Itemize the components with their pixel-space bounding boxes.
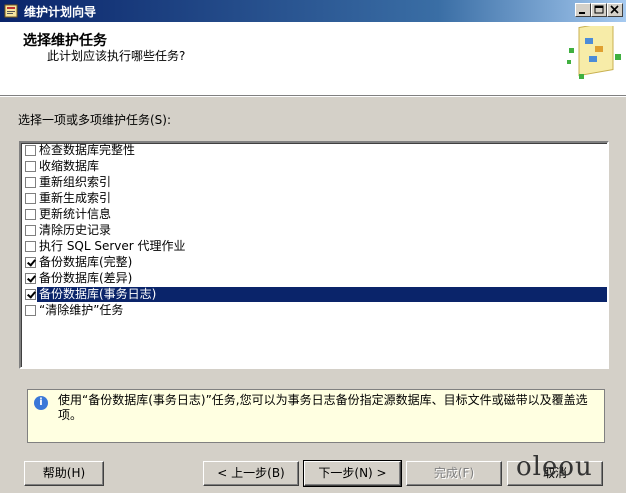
task-checkbox[interactable]	[25, 305, 36, 316]
wizard-header: 选择维护任务 此计划应该执行哪些任务?	[0, 22, 626, 96]
task-checkbox[interactable]	[25, 209, 36, 220]
maximize-icon	[594, 5, 604, 14]
task-checkbox[interactable]	[25, 257, 36, 268]
title-bar[interactable]: 维护计划向导	[0, 0, 626, 22]
task-label: 执行 SQL Server 代理作业	[39, 239, 186, 253]
task-checkbox[interactable]	[25, 241, 36, 252]
watermark: oleou	[516, 452, 593, 482]
task-list[interactable]: 检查数据库完整性 收缩数据库重新组织索引 重新生成索引 更新统计信息 清除历史记录执行 …	[19, 141, 609, 369]
task-item[interactable]: “清除维护”任务	[23, 303, 607, 318]
minimize-icon	[579, 12, 585, 14]
task-label: “清除维护”任务	[39, 303, 124, 317]
task-label: 备份数据库(事务日志)	[37, 287, 607, 302]
task-checkbox[interactable]	[25, 177, 36, 188]
task-label: 重新生成索引	[39, 191, 112, 205]
task-label: 备份数据库(完整)	[39, 255, 133, 269]
task-label: 检查数据库完整性	[39, 143, 136, 157]
task-item[interactable]: 清除历史记录	[23, 223, 607, 238]
task-label: 重新组织索引	[39, 175, 112, 189]
task-item[interactable]: 备份数据库(完整)	[23, 255, 607, 270]
task-item[interactable]: 重新生成索引	[23, 191, 607, 206]
help-button[interactable]: 帮助(H)	[24, 461, 104, 486]
task-label: 更新统计信息	[39, 207, 112, 221]
task-label: 收缩数据库	[39, 159, 100, 173]
minimize-button[interactable]	[575, 3, 591, 17]
task-description-box: i 使用“备份数据库(事务日志)”任务,您可以为事务日志备份指定源数据库、目标文…	[27, 389, 605, 443]
task-list-label: 选择一项或多项维护任务(S):	[18, 113, 172, 127]
close-button[interactable]	[607, 3, 623, 17]
finish-button[interactable]: 完成(F)	[406, 461, 502, 486]
back-button[interactable]: < 上一步(B)	[203, 461, 299, 486]
task-item[interactable]: 收缩数据库	[23, 159, 607, 174]
task-item[interactable]: 备份数据库(差异)	[23, 271, 607, 286]
close-icon	[610, 5, 619, 14]
window-title: 维护计划向导	[24, 5, 97, 19]
task-item[interactable]: 执行 SQL Server 代理作业	[23, 239, 607, 254]
task-checkbox[interactable]	[25, 225, 36, 236]
maximize-button[interactable]	[591, 3, 607, 17]
header-divider	[0, 96, 626, 99]
task-checkbox[interactable]	[25, 145, 36, 156]
task-item[interactable]: 备份数据库(事务日志)	[23, 287, 607, 302]
task-label: 清除历史记录	[39, 223, 112, 237]
task-description-text: 使用“备份数据库(事务日志)”任务,您可以为事务日志备份指定源数据库、目标文件或…	[58, 393, 588, 422]
task-checkbox[interactable]	[25, 273, 36, 284]
task-label: 备份数据库(差异)	[39, 271, 133, 285]
info-icon: i	[34, 396, 48, 410]
task-item[interactable]: 更新统计信息	[23, 207, 607, 222]
task-item[interactable]: 检查数据库完整性	[23, 143, 607, 158]
task-checkbox[interactable]	[25, 193, 36, 204]
task-item[interactable]: 重新组织索引	[23, 175, 607, 190]
task-checkbox[interactable]	[25, 289, 36, 300]
task-checkbox[interactable]	[25, 161, 36, 172]
next-button[interactable]: 下一步(N) >	[303, 460, 402, 487]
app-icon	[4, 4, 18, 18]
wizard-graphic-icon	[567, 26, 621, 79]
page-subtitle: 此计划应该执行哪些任务?	[47, 49, 186, 63]
